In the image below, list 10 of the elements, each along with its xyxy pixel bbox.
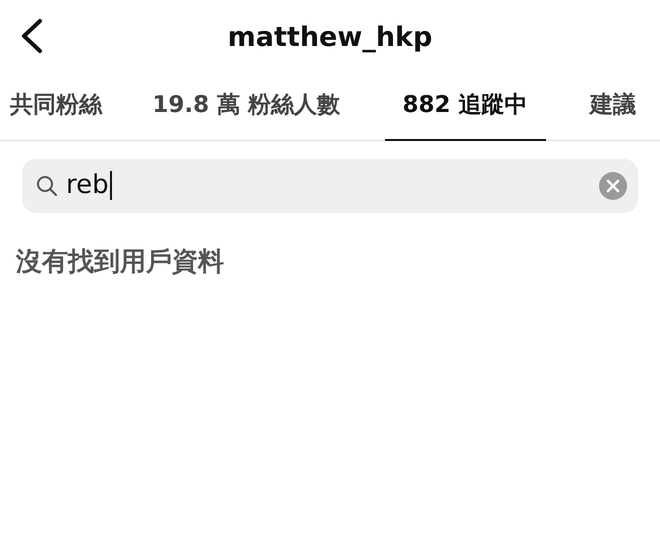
tab[interactable]: 建議 — [584, 76, 642, 140]
search-query: reb — [66, 170, 112, 200]
search-field[interactable]: reb — [22, 158, 638, 212]
no-results-message: 沒有找到用戶資料 — [16, 246, 225, 278]
tab[interactable]: 882 追蹤中 — [384, 76, 546, 140]
clear-icon[interactable] — [598, 170, 628, 200]
search-icon — [36, 174, 58, 196]
tab[interactable]: 共同粉絲 — [4, 76, 108, 140]
profile-title: matthew_hkp — [228, 22, 432, 53]
tab[interactable]: 19.8 萬 粉絲人數 — [146, 76, 346, 140]
